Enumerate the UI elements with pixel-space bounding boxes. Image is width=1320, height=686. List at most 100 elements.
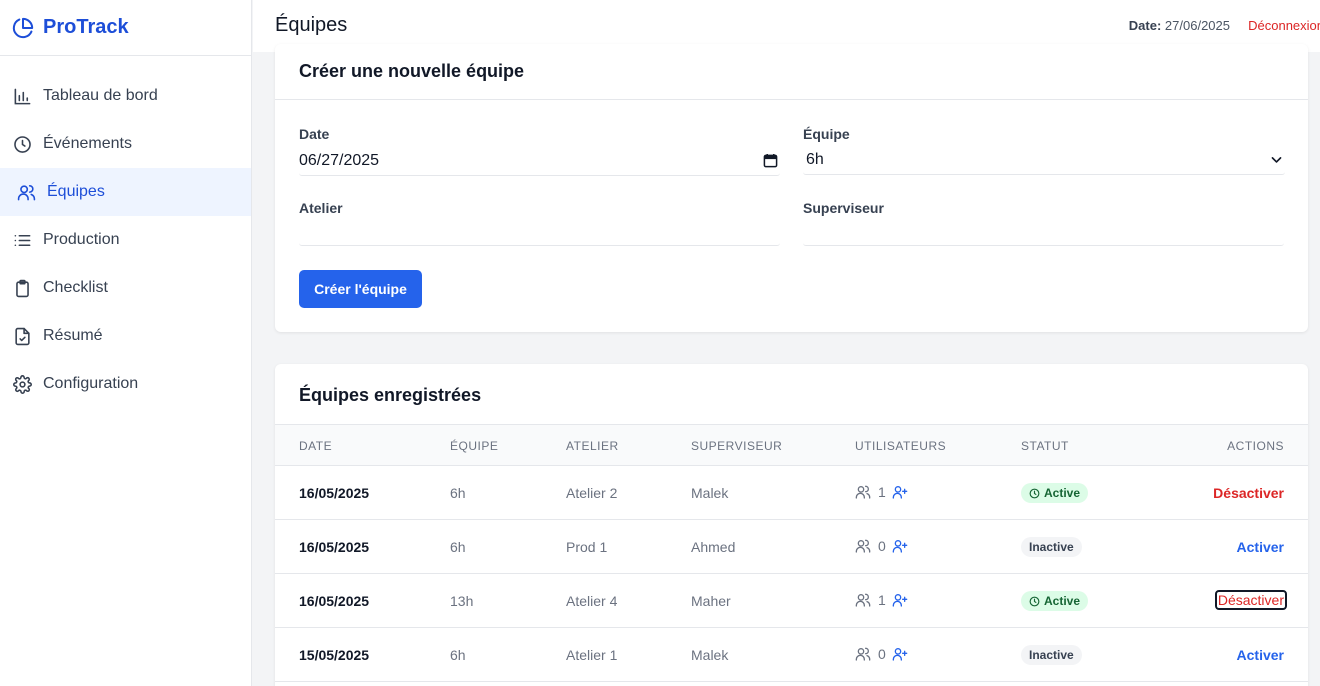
teams-list-card: Équipes enregistrées DATE ÉQUIPE ATELIER…	[275, 364, 1308, 686]
row-workshop: Prod 1	[566, 539, 608, 555]
column-header-users: UTILISATEURS	[855, 439, 947, 453]
users-count: 0	[878, 538, 886, 554]
workshop-input[interactable]	[299, 216, 780, 246]
status-badge: Active	[1021, 483, 1089, 503]
table-header: DATE ÉQUIPE ATELIER SUPERVISEUR UTILISAT…	[275, 424, 1308, 466]
supervisor-input[interactable]	[803, 216, 1284, 246]
sidebar-item-label: Configuration	[43, 375, 139, 392]
row-date: 16/05/2025	[299, 485, 370, 501]
team-select[interactable]: 6h	[803, 145, 1285, 175]
teams-list-title: Équipes enregistrées	[299, 385, 482, 405]
users-icon	[855, 539, 871, 553]
table-row: 16/05/2025 6h Prod 1 Ahmed 0 Inactive Ac…	[275, 520, 1308, 574]
file-check-icon	[12, 326, 32, 346]
date-field-value: 06/27/2025	[299, 151, 380, 169]
supervisor-field-label: Superviseur	[803, 200, 884, 216]
users-count: 0	[878, 646, 886, 662]
gear-icon	[12, 374, 32, 394]
column-header-date: DATE	[299, 439, 333, 453]
sidebar-item-label: Événements	[43, 135, 132, 152]
sidebar: ProTrack Tableau de bord Événements Équi…	[0, 0, 252, 686]
row-workshop: Atelier 1	[566, 647, 618, 663]
date-field-label: Date	[299, 126, 330, 142]
sidebar-item-events[interactable]: Événements	[0, 120, 251, 168]
add-user-icon[interactable]	[892, 592, 908, 608]
add-user-icon[interactable]	[892, 538, 908, 554]
row-users: 1	[855, 592, 908, 608]
clock-icon	[12, 134, 32, 154]
status-text: Active	[1044, 486, 1081, 500]
row-team: 13h	[450, 593, 474, 609]
row-date: 16/05/2025	[299, 593, 370, 609]
date-value: 27/06/2025	[1164, 18, 1230, 33]
users-count: 1	[878, 484, 886, 500]
app-logo[interactable]: ProTrack	[0, 0, 251, 56]
row-workshop: Atelier 4	[566, 593, 618, 609]
team-select-value: 6h	[806, 150, 824, 168]
sidebar-item-dashboard[interactable]: Tableau de bord	[0, 72, 251, 120]
sidebar-item-label: Production	[43, 231, 120, 248]
clipboard-icon	[12, 278, 32, 298]
row-team: 6h	[450, 539, 466, 555]
chevron-down-icon	[1271, 157, 1282, 163]
workshop-field-label: Atelier	[299, 200, 343, 216]
row-supervisor: Malek	[691, 485, 729, 501]
logout-link[interactable]: Déconnexion	[1248, 18, 1320, 33]
sidebar-item-configuration[interactable]: Configuration	[0, 360, 251, 408]
status-text: Inactive	[1029, 540, 1074, 554]
status-text: Inactive	[1029, 648, 1074, 662]
activate-button[interactable]: Activer	[1237, 539, 1284, 555]
sidebar-item-summary[interactable]: Résumé	[0, 312, 251, 360]
column-header-status: STATUT	[1021, 439, 1069, 453]
status-badge: Inactive	[1021, 537, 1082, 557]
current-date: Date: 27/06/2025	[1129, 18, 1230, 33]
column-header-team: ÉQUIPE	[450, 439, 499, 453]
users-count: 1	[878, 592, 886, 608]
activate-button[interactable]: Activer	[1237, 647, 1284, 663]
row-team: 6h	[450, 485, 466, 501]
bar-chart-icon	[12, 86, 32, 106]
table-row: 16/05/2025 6h Atelier 2 Malek 1 Active D…	[275, 466, 1308, 520]
sidebar-item-label: Équipes	[47, 183, 105, 200]
clock-icon	[1029, 488, 1040, 498]
add-user-icon[interactable]	[892, 484, 908, 500]
row-supervisor: Maher	[691, 593, 731, 609]
row-users: 0	[855, 538, 908, 554]
card-divider	[275, 99, 1308, 100]
create-team-title: Créer une nouvelle équipe	[299, 61, 525, 81]
add-user-icon[interactable]	[892, 646, 908, 662]
column-header-supervisor: SUPERVISEUR	[691, 439, 783, 453]
row-team: 6h	[450, 647, 466, 663]
users-icon	[16, 182, 36, 202]
page-title: Équipes	[275, 14, 348, 36]
sidebar-item-teams[interactable]: Équipes	[0, 168, 251, 216]
status-badge: Active	[1021, 591, 1089, 611]
status-text: Active	[1044, 594, 1081, 608]
row-date: 15/05/2025	[299, 647, 370, 663]
row-users: 0	[855, 646, 908, 662]
deactivate-button[interactable]: Désactiver	[1213, 485, 1284, 501]
deactivate-button[interactable]: Désactiver	[1214, 590, 1288, 610]
clock-icon	[1029, 596, 1040, 606]
sidebar-item-label: Tableau de bord	[43, 87, 158, 104]
sidebar-item-production[interactable]: Production	[0, 216, 251, 264]
row-date: 16/05/2025	[299, 539, 370, 555]
team-field-label: Équipe	[803, 126, 850, 142]
users-icon	[855, 485, 871, 499]
row-workshop: Atelier 2	[566, 485, 618, 501]
table-row: 16/05/2025 13h Atelier 4 Maher 1 Active …	[275, 574, 1308, 628]
users-icon	[855, 647, 871, 661]
pie-chart-icon	[12, 17, 34, 38]
date-field[interactable]: 06/27/2025	[299, 146, 780, 176]
row-supervisor: Malek	[691, 647, 729, 663]
calendar-icon[interactable]	[763, 153, 778, 168]
sidebar-item-label: Résumé	[43, 327, 103, 344]
list-icon	[12, 230, 32, 250]
create-team-button[interactable]: Créer l'équipe	[299, 270, 422, 308]
app-name: ProTrack	[43, 16, 129, 38]
row-users: 1	[855, 484, 908, 500]
sidebar-item-label: Checklist	[43, 279, 108, 296]
sidebar-nav: Tableau de bord Événements Équipes Produ…	[0, 56, 251, 408]
date-label: Date:	[1128, 18, 1162, 33]
sidebar-item-checklist[interactable]: Checklist	[0, 264, 251, 312]
